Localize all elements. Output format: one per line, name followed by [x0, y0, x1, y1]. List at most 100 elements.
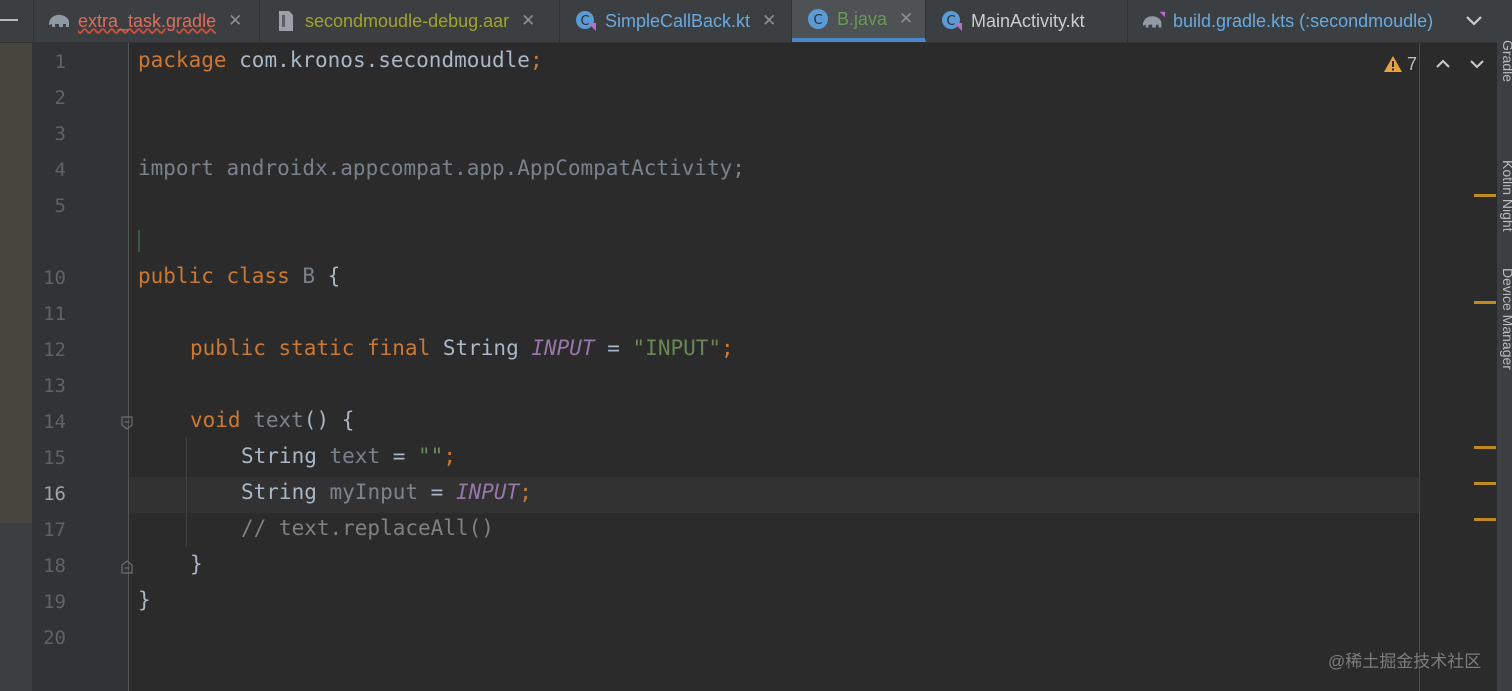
local-variable: text	[329, 444, 381, 468]
string-literal: ""	[418, 444, 444, 468]
close-icon[interactable]: ✕	[899, 9, 913, 29]
tab-label: MainActivity.kt	[971, 10, 1085, 31]
tab-label: extra_task.gradle	[78, 10, 217, 31]
toolwindow-kotlin-night[interactable]: Kotlin Night	[1500, 160, 1512, 232]
operator: =	[418, 480, 456, 504]
tab-label: SimpleCallBack.kt	[605, 10, 751, 31]
svg-text:C: C	[580, 14, 589, 29]
code-line-12[interactable]: public static final String INPUT = "INPU…	[190, 336, 734, 360]
fold-end-icon[interactable]	[121, 560, 133, 574]
close-icon[interactable]: ✕	[521, 11, 535, 31]
tab-extra-task-gradle[interactable]: extra_task.gradle ✕	[33, 0, 260, 42]
tab-label: build.gradle.kts (:secondmoudle)	[1173, 10, 1434, 31]
keyword: public class	[138, 264, 290, 288]
left-toolwindow-stub[interactable]	[0, 0, 34, 42]
warning-icon	[1384, 56, 1402, 72]
brace: }	[190, 552, 203, 576]
code-line-1[interactable]: package com.kronos.secondmoudle;	[138, 48, 543, 72]
line-number: 20	[43, 627, 66, 649]
brace: {	[315, 264, 341, 288]
method-name: text	[240, 408, 304, 432]
warning-stripe-mark[interactable]	[1474, 518, 1496, 521]
line-number: 17	[43, 519, 66, 541]
svg-text:C: C	[946, 14, 955, 29]
line-number: 15	[43, 447, 66, 469]
line-number: 11	[43, 303, 66, 325]
watermark: @稀土掘金技术社区	[1328, 652, 1482, 671]
code-line-4[interactable]: import androidx.appcompat.app.AppCompatA…	[138, 156, 745, 180]
line-number: 2	[54, 87, 66, 109]
close-icon[interactable]: ✕	[228, 11, 242, 31]
semicolon: ;	[443, 444, 456, 468]
fold-collapse-icon[interactable]	[121, 416, 133, 430]
tab-mainactivity-kt[interactable]: C MainActivity.kt	[926, 0, 1128, 42]
constant-field: INPUT	[531, 336, 595, 360]
line-number: 1	[54, 51, 66, 73]
semicolon: ;	[519, 480, 532, 504]
warning-count: 7	[1407, 53, 1418, 74]
gutter-divider	[128, 43, 129, 691]
code-line-17[interactable]: // text.replaceAll()	[241, 516, 494, 540]
right-margin-guide	[1419, 43, 1420, 691]
line-number: 3	[54, 123, 66, 145]
line-number: 12	[43, 339, 66, 361]
gradle-elephant-icon	[47, 9, 71, 33]
chevron-up-icon[interactable]	[1435, 56, 1451, 72]
line-number: 19	[43, 591, 66, 613]
editor-tab-bar: extra_task.gradle ✕ secondmoudle-debug.a…	[0, 0, 1512, 43]
keyword: package	[138, 48, 227, 72]
keyword: public static final	[190, 336, 431, 360]
left-toolwindow-strip	[0, 43, 32, 691]
code-line-16[interactable]: String myInput = INPUT;	[241, 480, 532, 504]
toolwindow-gradle[interactable]: Gradle	[1500, 40, 1512, 100]
type: String	[241, 480, 330, 504]
svg-text:C: C	[813, 13, 822, 28]
tab-secondmoudle-debug-aar[interactable]: secondmoudle-debug.aar ✕	[260, 0, 560, 42]
warning-stripe-mark[interactable]	[1474, 194, 1496, 197]
code-line-14[interactable]: void text() {	[190, 408, 354, 432]
line-number: 10	[43, 267, 66, 289]
code-line-18[interactable]: }	[190, 552, 203, 576]
indent-guide	[186, 437, 187, 547]
type: String	[430, 336, 532, 360]
semicolon: ;	[721, 336, 734, 360]
chevron-down-icon[interactable]	[1469, 56, 1485, 72]
warning-stripe-mark[interactable]	[1474, 301, 1496, 304]
warning-stripe-mark[interactable]	[1474, 446, 1496, 449]
code-line-19[interactable]: }	[138, 588, 151, 612]
minimize-icon[interactable]	[0, 19, 18, 21]
kotlin-class-icon: C	[574, 9, 598, 33]
semicolon: ;	[529, 48, 543, 72]
tab-simplecallback-kt[interactable]: C SimpleCallBack.kt ✕	[560, 0, 792, 42]
tab-label: B.java	[837, 8, 888, 29]
line-number: 18	[43, 555, 66, 577]
brace: }	[138, 588, 151, 612]
archive-file-icon	[274, 9, 298, 33]
toolwindow-device-manager[interactable]: Device Manager	[1500, 268, 1512, 428]
tab-label: secondmoudle-debug.aar	[305, 10, 510, 31]
vcs-change-highlight	[0, 43, 32, 523]
local-variable: myInput	[329, 480, 419, 504]
chevron-down-icon[interactable]	[1462, 9, 1486, 33]
class-name: B	[289, 264, 316, 288]
type: String	[241, 444, 330, 468]
package-name: com.kronos.secondmoudle	[226, 48, 530, 72]
constant-field: INPUT	[455, 480, 520, 504]
warning-stripe-mark[interactable]	[1474, 482, 1496, 485]
string-literal: "INPUT"	[632, 336, 722, 360]
close-icon[interactable]: ✕	[762, 11, 776, 31]
change-marker	[138, 230, 140, 252]
line-number: 13	[43, 375, 66, 397]
parens-brace: () {	[303, 408, 355, 432]
gradle-kts-icon	[1142, 9, 1166, 33]
line-number: 5	[54, 195, 66, 217]
keyword: void	[190, 408, 241, 432]
code-line-15[interactable]: String text = "";	[241, 444, 456, 468]
code-line-10[interactable]: public class B {	[138, 264, 340, 288]
line-number-current: 16	[43, 483, 66, 505]
tab-build-gradle-kts[interactable]: build.gradle.kts (:secondmoudle)	[1128, 0, 1458, 42]
line-number: 4	[54, 159, 66, 181]
java-class-icon: C	[806, 7, 830, 31]
line-number: 14	[43, 411, 66, 433]
tab-b-java[interactable]: C B.java ✕	[792, 0, 926, 42]
